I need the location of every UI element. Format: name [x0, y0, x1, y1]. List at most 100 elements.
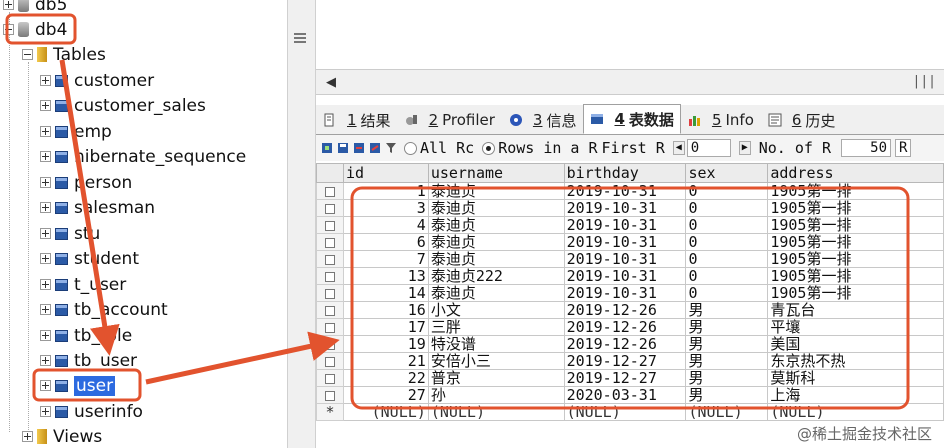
- table-row[interactable]: 27 孙 2020-03-31 男上海: [316, 386, 944, 404]
- tree-node-tables[interactable]: Tables: [22, 42, 106, 67]
- tree-node-table[interactable]: customer: [40, 68, 154, 93]
- cell-sex[interactable]: 0: [685, 199, 769, 217]
- tab-table-data[interactable]: 4 表数据: [583, 104, 681, 134]
- row-checkbox[interactable]: [316, 301, 344, 319]
- cell-id[interactable]: 4: [342, 216, 429, 234]
- cell-username[interactable]: 泰迪贞: [427, 233, 565, 251]
- column-header-birthday[interactable]: birthday: [563, 163, 687, 183]
- cell-sex[interactable]: 男: [685, 386, 769, 404]
- cell-sex[interactable]: 男: [685, 352, 769, 370]
- cell-address[interactable]: 平壤: [767, 318, 944, 336]
- tree-node-db4[interactable]: db4: [3, 17, 67, 42]
- cell-username[interactable]: 泰迪贞: [427, 250, 565, 268]
- table-row[interactable]: 14 泰迪贞 2019-10-31 0 1905第一排: [316, 284, 944, 302]
- cell-username[interactable]: (NULL): [427, 403, 565, 421]
- row-checkbox[interactable]: [316, 199, 344, 217]
- rows-in-range-radio[interactable]: [482, 141, 496, 155]
- cell-id[interactable]: 1: [342, 182, 429, 200]
- expand-icon[interactable]: [40, 380, 51, 391]
- row-checkbox[interactable]: [316, 352, 344, 370]
- cell-id[interactable]: 21: [342, 352, 429, 370]
- expand-icon[interactable]: [40, 202, 51, 213]
- cell-address[interactable]: 青瓦台: [767, 301, 944, 319]
- tab-results[interactable]: 1 结果: [316, 106, 398, 134]
- cell-address[interactable]: 1905第一排: [767, 250, 944, 268]
- cell-sex[interactable]: 男: [685, 301, 769, 319]
- save-icon[interactable]: [338, 143, 348, 153]
- expand-icon[interactable]: [22, 431, 33, 442]
- tab-info[interactable]: 5 Info: [681, 106, 761, 134]
- cell-username[interactable]: 特没谱: [427, 335, 565, 353]
- cell-address[interactable]: 美国: [767, 335, 944, 353]
- expand-icon[interactable]: [40, 75, 51, 86]
- cell-id[interactable]: 19: [342, 335, 429, 353]
- collapse-icon[interactable]: [3, 24, 14, 35]
- tree-node-table[interactable]: t_user: [40, 272, 126, 297]
- expand-icon[interactable]: [40, 355, 51, 366]
- cell-username[interactable]: 泰迪贞: [427, 216, 565, 234]
- cell-birthday[interactable]: 2019-10-31: [563, 216, 687, 234]
- cell-birthday[interactable]: 2019-10-31: [563, 199, 687, 217]
- table-row[interactable]: 6 泰迪贞 2019-10-31 0 1905第一排: [316, 233, 944, 251]
- cell-sex[interactable]: 0: [685, 250, 769, 268]
- cell-id[interactable]: 13: [342, 267, 429, 285]
- refresh-icon[interactable]: [370, 143, 380, 153]
- tree-node-table[interactable]: hibernate_sequence: [40, 144, 246, 169]
- cell-sex[interactable]: 0: [685, 233, 769, 251]
- cell-username[interactable]: 泰迪贞222: [427, 267, 565, 285]
- cell-address[interactable]: (NULL): [767, 403, 944, 421]
- row-selector-header[interactable]: [316, 163, 344, 183]
- tree-node-table[interactable]: stu: [40, 221, 100, 246]
- cell-username[interactable]: 普京: [427, 369, 565, 387]
- cell-sex[interactable]: 男: [685, 369, 769, 387]
- cell-birthday[interactable]: 2019-12-27: [563, 352, 687, 370]
- new-row[interactable]: * (NULL) (NULL) (NULL) (NULL) (NULL): [316, 403, 944, 421]
- table-row[interactable]: 13 泰迪贞222 2019-10-31 0 1905第一排: [316, 267, 944, 285]
- cell-sex[interactable]: 0: [685, 182, 769, 200]
- cell-birthday[interactable]: 2020-03-31: [563, 386, 687, 404]
- cell-birthday[interactable]: 2019-12-27: [563, 369, 687, 387]
- cell-birthday[interactable]: 2019-12-26: [563, 301, 687, 319]
- cell-address[interactable]: 1905第一排: [767, 182, 944, 200]
- tree-node-table[interactable]: tb_user: [40, 348, 137, 373]
- cell-id[interactable]: 3: [342, 199, 429, 217]
- expand-icon[interactable]: [40, 253, 51, 264]
- cell-id[interactable]: (NULL): [342, 403, 429, 421]
- cell-username[interactable]: 三胖: [427, 318, 565, 336]
- tree-node-db5[interactable]: db5: [3, 0, 67, 17]
- cell-address[interactable]: 1905第一排: [767, 284, 944, 302]
- cell-birthday[interactable]: 2019-10-31: [563, 284, 687, 302]
- row-checkbox[interactable]: [316, 250, 344, 268]
- filter-icon[interactable]: [386, 143, 396, 153]
- table-row[interactable]: 7 泰迪贞 2019-10-31 0 1905第一排: [316, 250, 944, 268]
- tab-history[interactable]: 6 历史: [761, 106, 843, 134]
- tree-node-table[interactable]: emp: [40, 119, 112, 144]
- row-count-input[interactable]: 50: [841, 139, 891, 157]
- cell-address[interactable]: 1905第一排: [767, 216, 944, 234]
- cell-sex[interactable]: 男: [685, 318, 769, 336]
- cell-address[interactable]: 1905第一排: [767, 267, 944, 285]
- expand-icon[interactable]: [40, 100, 51, 111]
- tree-node-table[interactable]: tb_role: [40, 323, 132, 348]
- cell-sex[interactable]: 0: [685, 284, 769, 302]
- all-rows-radio[interactable]: [404, 141, 417, 155]
- cell-birthday[interactable]: 2019-12-26: [563, 318, 687, 336]
- scroll-thumb-grip-icon[interactable]: |||: [913, 74, 936, 89]
- column-header-sex[interactable]: sex: [685, 163, 769, 183]
- expand-icon[interactable]: [40, 406, 51, 417]
- expand-icon[interactable]: [40, 177, 51, 188]
- tree-node-table[interactable]: tb_account: [40, 297, 168, 322]
- cell-username[interactable]: 泰迪贞: [427, 182, 565, 200]
- horizontal-scrollbar[interactable]: ◀ |||: [316, 69, 944, 95]
- cell-birthday[interactable]: 2019-10-31: [563, 250, 687, 268]
- expand-icon[interactable]: [40, 228, 51, 239]
- cell-birthday[interactable]: 2019-10-31: [563, 267, 687, 285]
- row-checkbox[interactable]: [316, 369, 344, 387]
- tree-node-table[interactable]: customer_sales: [40, 93, 206, 118]
- row-checkbox[interactable]: [316, 335, 344, 353]
- tree-node-user-selected[interactable]: user: [40, 373, 116, 398]
- table-row[interactable]: 21 安倍小三 2019-12-27 男东京热不热: [316, 352, 944, 370]
- expand-icon[interactable]: [40, 279, 51, 290]
- insert-row-icon[interactable]: [322, 143, 332, 153]
- cell-id[interactable]: 16: [342, 301, 429, 319]
